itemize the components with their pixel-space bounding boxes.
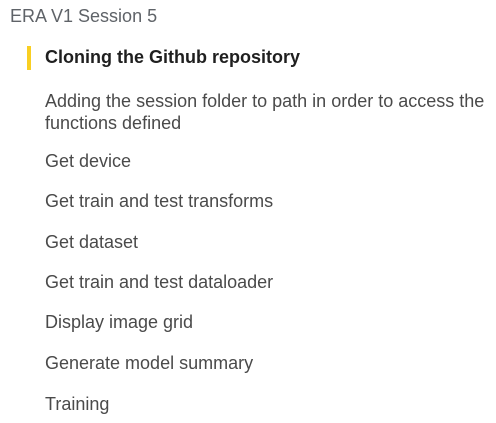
toc-item-adding-path[interactable]: Adding the session folder to path in ord… bbox=[45, 90, 495, 134]
toc-item-training[interactable]: Training bbox=[45, 394, 495, 415]
toc-title[interactable]: ERA V1 Session 5 bbox=[10, 6, 157, 27]
toc-item-transforms[interactable]: Get train and test transforms bbox=[45, 191, 495, 212]
toc-item-get-device[interactable]: Get device bbox=[45, 151, 495, 172]
toc-item-model-summary[interactable]: Generate model summary bbox=[45, 353, 495, 374]
toc-item-dataset[interactable]: Get dataset bbox=[45, 232, 495, 253]
toc-item-dataloader[interactable]: Get train and test dataloader bbox=[45, 272, 495, 293]
toc-item-cloning[interactable]: Cloning the Github repository bbox=[45, 47, 495, 68]
toc-item-image-grid[interactable]: Display image grid bbox=[45, 312, 495, 333]
active-indicator bbox=[27, 46, 31, 70]
